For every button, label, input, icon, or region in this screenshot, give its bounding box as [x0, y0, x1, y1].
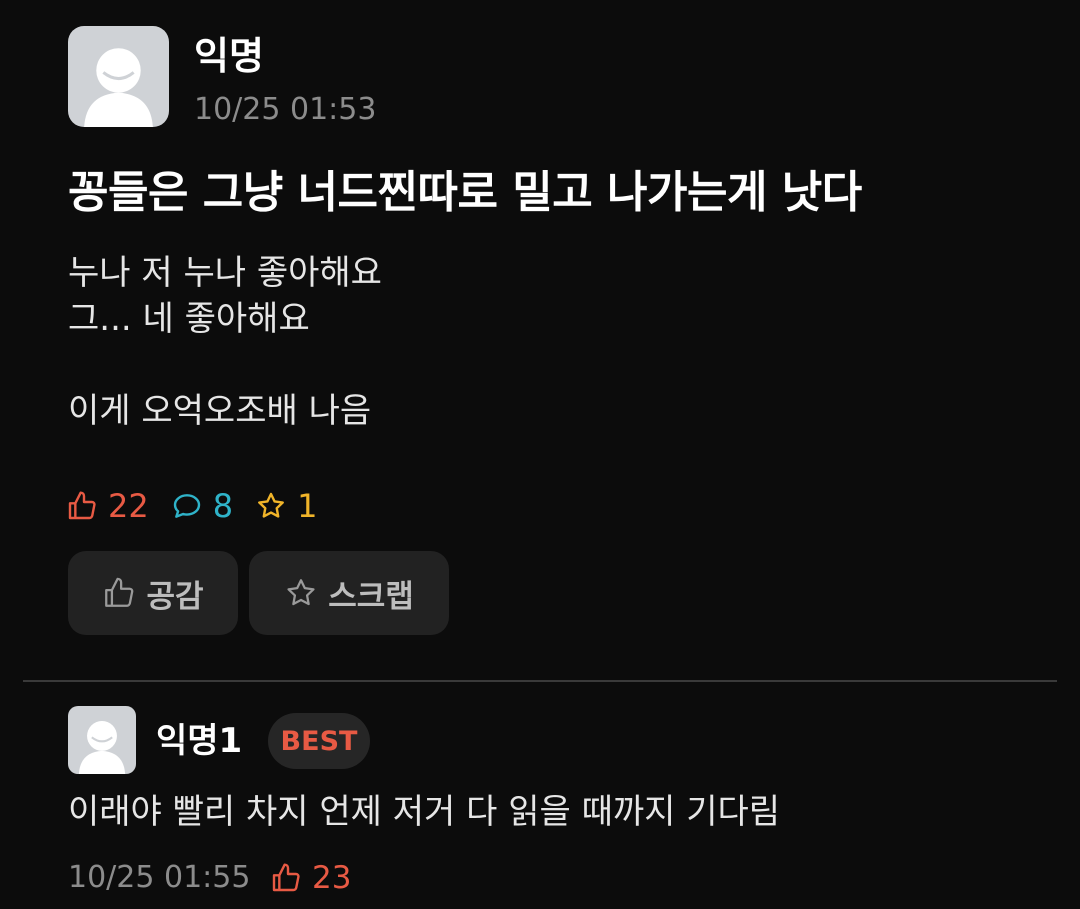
post-body-line	[68, 342, 382, 388]
comment-author-avatar	[68, 706, 136, 774]
scrap-count-stat: 1	[255, 487, 317, 525]
thumbs-up-icon	[105, 577, 134, 607]
comment-count-stat: 8	[171, 487, 233, 525]
best-badge: BEST	[268, 713, 370, 769]
star-icon	[287, 579, 315, 606]
post-body: 누나 저 누나 좋아해요 그... 네 좋아해요 이게 오억오조배 나음	[68, 250, 382, 434]
post-body-line: 이게 오억오조배 나음	[68, 391, 372, 431]
comment-like-button[interactable]: 23	[270, 857, 351, 899]
like-button[interactable]: 공감	[68, 551, 238, 635]
comment-count: 8	[212, 487, 234, 525]
post-timestamp: 10/25 01:53	[194, 92, 377, 127]
post-body-line: 누나 저 누나 좋아해요	[68, 253, 382, 293]
scrap-count: 1	[297, 487, 318, 525]
comment-like-count: 23	[312, 860, 352, 896]
post-body-line: 그... 네 좋아해요	[68, 299, 310, 339]
post-stats: 22 8 1	[66, 484, 339, 528]
section-divider	[23, 680, 1057, 682]
avatar-icon	[84, 48, 153, 127]
avatar-icon	[78, 720, 126, 774]
like-count-stat: 22	[66, 487, 149, 525]
thumbs-up-icon	[272, 863, 300, 892]
like-count: 22	[108, 487, 149, 525]
comment-timestamp: 10/25 01:55	[68, 860, 251, 895]
comment-bubble-icon	[173, 494, 200, 518]
post-author-name: 익명	[194, 34, 264, 78]
comment-author-name: 익명1	[156, 721, 243, 761]
scrap-button-label: 스크랩	[328, 578, 414, 615]
post-author-avatar	[68, 26, 169, 127]
comment-body: 이래야 빨리 차지 언제 저거 다 읽을 때까지 기다림	[68, 792, 781, 832]
star-icon	[258, 492, 285, 518]
like-button-label: 공감	[146, 578, 204, 615]
post-title: 꽁들은 그냥 너드찐따로 밀고 나가는게 낫다	[68, 167, 862, 218]
scrap-button[interactable]: 스크랩	[249, 551, 449, 635]
thumbs-up-icon	[68, 491, 96, 520]
